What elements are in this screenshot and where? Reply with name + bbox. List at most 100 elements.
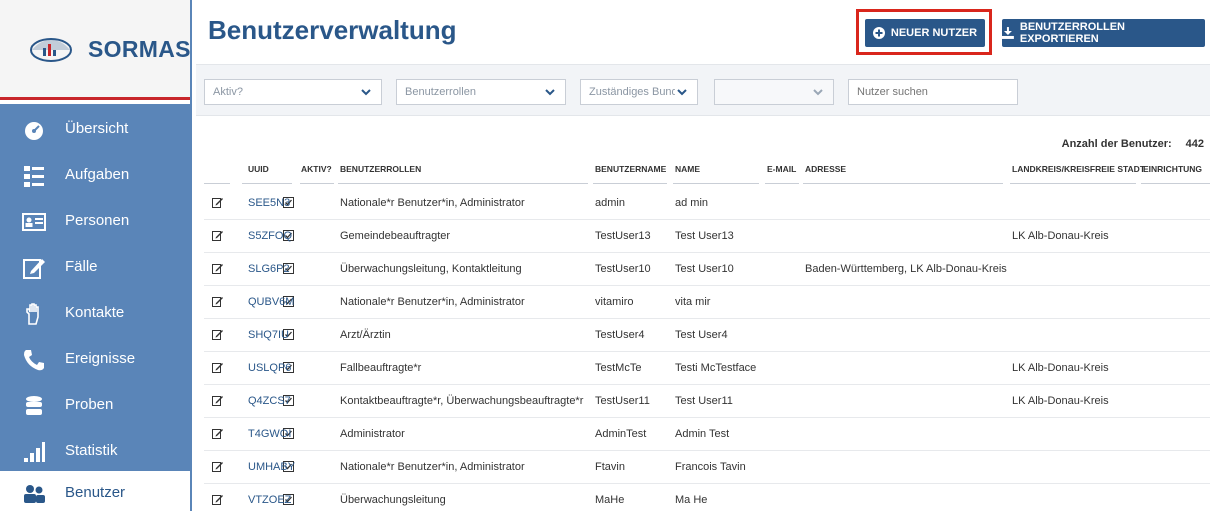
cell-name: Test User4: [675, 329, 728, 341]
cell-username: vitamiro: [595, 296, 634, 308]
nav-item-users[interactable]: Benutzer: [0, 471, 190, 511]
column-header-name[interactable]: NAME: [675, 164, 700, 174]
cell-uuid[interactable]: QUBV6M: [248, 296, 294, 308]
cell-uuid[interactable]: S5ZFOQ: [248, 230, 292, 242]
nav-item-tasks[interactable]: Aufgaben: [0, 153, 190, 199]
column-header-facility[interactable]: EINRICHTUNG: [1143, 164, 1202, 174]
cell-roles: Überwachungsleitung, Kontaktleitung: [340, 263, 522, 275]
edit-icon[interactable]: [212, 395, 223, 406]
cell-uuid[interactable]: SLG6P2: [248, 263, 290, 275]
cell-username: admin: [595, 197, 625, 209]
active-filter-select[interactable]: Aktiv?: [204, 79, 382, 105]
cell-roles: Kontaktbeauftragte*r, Überwachungsbeauft…: [340, 395, 584, 407]
table-row[interactable]: SEE5N3 Nationale*r Benutzer*in, Administr…: [204, 187, 1210, 220]
cell-district: LK Alb-Donau-Kreis: [1012, 362, 1109, 374]
column-header-uuid[interactable]: UUID: [248, 164, 269, 174]
column-header-active[interactable]: AKTIV?: [301, 164, 332, 174]
cell-uuid[interactable]: UMHABY: [248, 461, 295, 473]
cell-name: Testi McTestface: [675, 362, 757, 374]
edit-icon[interactable]: [212, 296, 223, 307]
cell-username: AdminTest: [595, 428, 647, 440]
user-search-input[interactable]: [848, 79, 1018, 105]
state-filter-select[interactable]: Zuständiges Bund: [580, 79, 698, 105]
nav-item-contacts[interactable]: Kontakte: [0, 291, 190, 337]
table-row[interactable]: QUBV6M Nationale*r Benutzer*in, Administr…: [204, 286, 1210, 319]
nav-item-overview[interactable]: Übersicht: [0, 107, 190, 153]
header-underline: [803, 183, 1003, 184]
nav-item-label: Benutzer: [65, 484, 126, 501]
sormas-logo-icon: [30, 38, 72, 62]
column-header-district[interactable]: LANDKREIS/KREISFREIE STADT: [1012, 164, 1145, 174]
edit-icon[interactable]: [212, 263, 223, 274]
header-underline: [300, 183, 334, 184]
database-icon: [26, 396, 42, 415]
column-header-roles[interactable]: BENUTZERROLLEN: [340, 164, 421, 174]
header-underline: [1141, 183, 1210, 184]
filter-bar: Aktiv? Benutzerrollen Zuständiges Bund: [196, 64, 1210, 116]
state-filter-placeholder: Zuständiges Bund: [589, 86, 675, 98]
edit-icon[interactable]: [212, 362, 223, 373]
cell-roles: Administrator: [340, 428, 405, 440]
cell-username: TestUser11: [595, 395, 650, 407]
district-filter-select[interactable]: [714, 79, 834, 105]
edit-icon[interactable]: [212, 230, 223, 241]
table-row[interactable]: SLG6P2 Überwachungsleitung, Kontaktleitun…: [204, 253, 1210, 286]
edit-icon[interactable]: [212, 428, 223, 439]
column-header-address[interactable]: ADRESSE: [805, 164, 846, 174]
export-roles-button[interactable]: BENUTZERROLLEN EXPORTIEREN: [1002, 19, 1205, 47]
cell-uuid[interactable]: Q4ZCS7: [248, 395, 291, 407]
header-underline: [242, 183, 292, 184]
cell-username: Ftavin: [595, 461, 625, 473]
cell-address: Baden-Württemberg, LK Alb-Donau-Kreis: [805, 263, 1007, 275]
nav-item-label: Aufgaben: [65, 166, 130, 183]
nav-item-events[interactable]: Ereignisse: [0, 337, 190, 383]
nav-item-samples[interactable]: Proben: [0, 383, 190, 429]
cell-name: Ma He: [675, 494, 708, 506]
export-roles-label: BENUTZERROLLEN EXPORTIEREN: [1019, 21, 1125, 45]
table-row[interactable]: SHQ7IU Arzt/Ärztin TestUser4 Test User4: [204, 319, 1210, 352]
nav-item-label: Kontakte: [65, 304, 125, 321]
chevron-down-icon: [677, 89, 687, 96]
cell-uuid[interactable]: T4GWOI: [248, 428, 291, 440]
cell-roles: Überwachungsleitung: [340, 494, 446, 506]
edit-icon[interactable]: [212, 197, 223, 208]
table-row[interactable]: VTZOEZ Überwachungsleitung MaHe Ma He: [204, 484, 1210, 511]
plus-circle-icon: [872, 27, 885, 39]
edit-icon[interactable]: [212, 329, 223, 340]
roles-filter-select[interactable]: Benutzerrollen: [396, 79, 566, 105]
user-count: Anzahl der Benutzer: 442: [1062, 138, 1204, 150]
users-icon: [24, 485, 45, 503]
phone-icon: [24, 350, 44, 371]
table-row[interactable]: UMHABY Nationale*r Benutzer*in, Administr…: [204, 451, 1210, 484]
table-row[interactable]: Q4ZCS7 Kontaktbeauftragte*r, Überwachungs…: [204, 385, 1210, 418]
nav-item-statistics[interactable]: Statistik: [0, 429, 190, 475]
cell-name: Admin Test: [675, 428, 730, 440]
cell-uuid[interactable]: VTZOEZ: [248, 494, 291, 506]
nav-item-label: Proben: [65, 396, 114, 413]
table-row[interactable]: S5ZFOQ Gemeindebeauftragter TestUser13 Test…: [204, 220, 1210, 253]
download-icon: [1002, 27, 1014, 39]
cell-name: ad min: [675, 197, 709, 209]
cell-uuid[interactable]: SHQ7IU: [248, 329, 289, 341]
new-user-button[interactable]: NEUER NUTZER: [865, 19, 985, 47]
user-count-value: 442: [1185, 138, 1204, 150]
page-title: Benutzerverwaltung: [208, 15, 457, 45]
nav-item-cases[interactable]: Fälle: [0, 245, 190, 291]
app-logo[interactable]: SORMAS: [0, 0, 190, 100]
edit-square-icon: [23, 259, 45, 279]
table-row[interactable]: T4GWOI Administrator AdminTest Admin Test: [204, 418, 1210, 451]
column-header-email[interactable]: E-MAIL: [767, 164, 796, 174]
column-header-username[interactable]: BENUTZERNAME: [595, 164, 666, 174]
sidebar: SORMAS Übersicht Aufgaben Personen Fälle…: [0, 0, 192, 511]
header-underline: [673, 183, 759, 184]
cell-roles: Gemeindebeauftragter: [340, 230, 451, 242]
cell-uuid[interactable]: USLQP6: [248, 362, 291, 374]
edit-icon[interactable]: [212, 461, 223, 472]
nav-item-persons[interactable]: Personen: [0, 199, 190, 245]
cell-district: LK Alb-Donau-Kreis: [1012, 230, 1109, 242]
edit-icon[interactable]: [212, 494, 223, 505]
active-filter-placeholder: Aktiv?: [213, 86, 243, 98]
table-row[interactable]: USLQP6 Fallbeauftragte*r TestMcTe Testi McT…: [204, 352, 1210, 385]
cell-uuid[interactable]: SEE5N3: [248, 197, 290, 209]
cell-name: Test User13: [675, 230, 734, 242]
